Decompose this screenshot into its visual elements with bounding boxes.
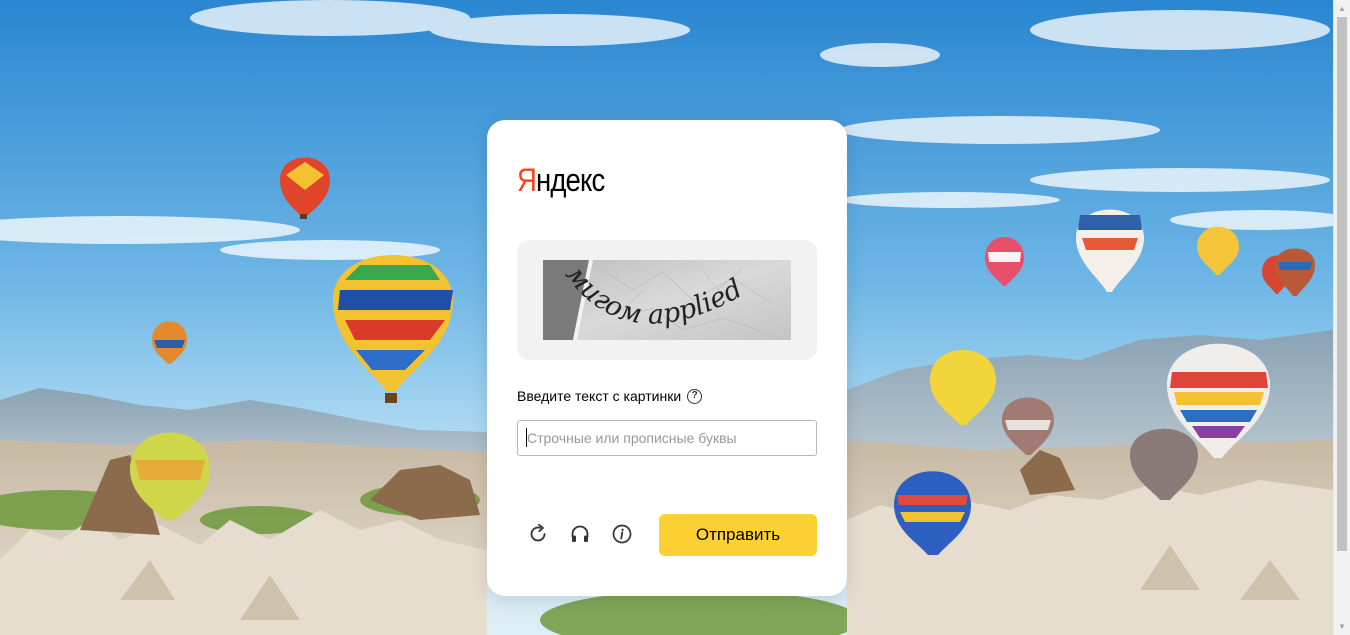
submit-button[interactable]: Отправить — [659, 514, 817, 556]
logo-first-letter: Я — [517, 162, 537, 198]
headphones-icon — [571, 525, 589, 542]
scroll-thumb[interactable] — [1337, 17, 1347, 551]
vertical-scrollbar[interactable]: ▲ ▼ — [1333, 0, 1350, 635]
reload-button[interactable] — [524, 520, 552, 548]
logo-rest: ндекс — [536, 162, 605, 198]
captcha-answer-input[interactable] — [517, 420, 817, 456]
yandex-logo[interactable]: Яндекс — [517, 162, 605, 198]
captcha-image: мигом applied — [543, 260, 791, 340]
captcha-prompt: Введите текст с картинки ? — [517, 388, 703, 404]
help-icon[interactable]: ? — [687, 388, 703, 404]
scroll-down-arrow-icon[interactable]: ▼ — [1334, 618, 1350, 635]
text-caret — [526, 428, 527, 447]
scroll-up-arrow-icon[interactable]: ▲ — [1334, 0, 1350, 17]
prompt-label: Введите текст с картинки — [517, 388, 682, 404]
page: ▲ ▼ Яндекс мигом applied Введите текст с… — [0, 0, 1350, 635]
captcha-card: Яндекс мигом applied Введите текст с кар… — [487, 120, 847, 596]
info-icon — [612, 524, 632, 544]
audio-captcha-button[interactable] — [566, 520, 594, 548]
info-button[interactable] — [608, 520, 636, 548]
reload-icon — [530, 523, 546, 542]
captcha-image-container: мигом applied — [517, 240, 817, 360]
